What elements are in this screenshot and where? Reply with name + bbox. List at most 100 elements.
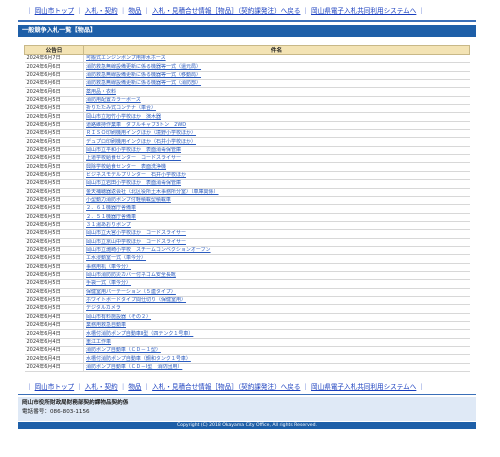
- header-date: 公告日: [24, 45, 84, 55]
- notice-date: 2024年6月5日: [24, 263, 84, 272]
- notice-date: 2024年6月5日: [24, 246, 84, 256]
- nav-link-goods[interactable]: 物品: [128, 383, 141, 391]
- table-row: 2024年6月5日 ２．６１機器庁舎備車: [24, 204, 470, 214]
- nav-separator: ｜: [143, 383, 151, 392]
- notice-subject-link[interactable]: 岡山市立平和小学校ほか 表面消毒保管庫: [83, 146, 470, 156]
- notice-subject-link[interactable]: デジタルカメラ: [83, 304, 470, 314]
- notice-subject-link[interactable]: ホワイトボードタイプ間仕切り（保健室用）: [83, 296, 470, 306]
- notice-date: 2024年6月6日: [24, 62, 84, 72]
- notice-subject-link[interactable]: 小型動力消防ポンプ付軽積載型積載車: [83, 196, 470, 206]
- notice-subject-link[interactable]: 岡山市消防防災カバー付ネゴム安全長靴: [83, 271, 470, 281]
- notice-date: 2024年6月5日: [24, 304, 84, 314]
- notice-subject-link[interactable]: 消防救急無線設備更新に係る機器等一式（還元局）: [83, 62, 470, 72]
- notice-subject-link[interactable]: 道路維持作業車 ダブルキャブ3トン 2WD: [83, 121, 470, 131]
- notice-subject-link[interactable]: 上道学校給食センター コードスライサー: [83, 154, 470, 164]
- notice-date: 2024年6月6日: [24, 79, 84, 89]
- notice-date: 2024年6月5日: [24, 279, 84, 289]
- nav-link-back-bid-info[interactable]: 入札・見積合せ情報［物品］（契約課発注）へ戻る: [152, 7, 300, 15]
- table-row: 2024年6月5日 金天補聴器返会社（北区役所土木事務所分室）（車庫関係）: [24, 188, 470, 197]
- notice-subject-link[interactable]: 消防ポンプ自動車（ＣＤ－Ⅰ型 消防団用）: [83, 363, 470, 373]
- table-row: 2024年6月5日 ＲＩＳＯ印刷機用インクほか（境野小学校ほか）: [24, 129, 470, 139]
- notice-subject-link[interactable]: 消防ポンプ自動車（ＣＤ－１型）: [83, 346, 470, 356]
- notice-date: 2024年6月5日: [24, 179, 84, 189]
- notice-subject-link[interactable]: 業務用救急自動車: [83, 321, 470, 331]
- notice-subject-link[interactable]: 薬用品・衣料: [83, 87, 470, 97]
- notice-date: 2024年6月5日: [24, 129, 84, 139]
- table-row: 2024年6月5日 デジタルカメラ: [24, 304, 470, 314]
- notice-subject-link[interactable]: 興除学校給食センター 表面洗浄機: [83, 162, 470, 172]
- nav-separator: ｜: [302, 7, 310, 15]
- table-row: 2024年6月5日 岡山市立岩田小学校ほか 表面消毒保管庫: [24, 179, 470, 189]
- notice-date: 2024年6月5日: [24, 112, 84, 122]
- notice-date: 2024年6月5日: [24, 146, 84, 156]
- notice-subject-link[interactable]: 岡山市立京山中学校ほか コードスライサー: [83, 238, 470, 247]
- nav-separator: ｜: [302, 383, 310, 392]
- notice-subject-link[interactable]: エ水浸動室一式（車今分）: [83, 254, 470, 264]
- table-row: 2024年6月5日 道路維持作業車 ダブルキャブ3トン 2WD: [24, 121, 470, 131]
- notice-date: 2024年6月5日: [24, 296, 84, 306]
- notice-subject-link[interactable]: ３１湯あおりポンプ: [83, 221, 470, 231]
- table-row: 2024年6月5日 折りたたみ式コンテナ（車合）: [24, 104, 470, 114]
- notice-subject-link[interactable]: デュプロ印刷機用インクほか（石井小学校ほか）: [83, 137, 470, 147]
- nav-link-okayama-top[interactable]: 岡山市トップ: [35, 383, 75, 391]
- notice-subject-link[interactable]: 岡山市立灘崎小学校 スチームコンベクションオーブン: [83, 246, 470, 256]
- copyright-footer: Copyright (C) 2018 Okayama City Office, …: [18, 422, 476, 430]
- nav-link-back-bid-info[interactable]: 入札・見積合せ情報［物品］（契約課発注）へ戻る: [152, 383, 300, 391]
- notice-date: 2024年6月4日: [24, 363, 84, 373]
- table-row: 2024年6月5日 手袋一式（車今分）: [24, 279, 470, 289]
- table-row: 2024年6月6日 消防救急無線設備更新に係る機器等一式（還元局）: [24, 62, 470, 72]
- notice-subject-link[interactable]: 手袋一式（車今分）: [83, 279, 470, 289]
- notice-subject-link[interactable]: 岡山市立岩田小学校ほか 表面消毒保管庫: [83, 179, 470, 189]
- notice-date: 2024年6月6日: [24, 87, 84, 97]
- nav-divider: [18, 20, 476, 22]
- page-container: ｜岡山市トップ｜入札・契約｜物品｜入札・見積合せ情報［物品］（契約課発注）へ戻る…: [18, 0, 476, 457]
- notice-subject-link[interactable]: 事務用机（車今分）: [83, 263, 470, 272]
- table-row: 2024年6月4日 業務用救急自動車: [24, 321, 470, 331]
- table-row: 2024年6月4日 消防ポンプ自動車（ＣＤ－１型）: [24, 346, 470, 356]
- table-row: 2024年6月5日 岡山市消防防災カバー付ネゴム安全長靴: [24, 271, 470, 281]
- notice-table-wrapper: 公告日 件名 2024年6月7日 可搬式エンジンポンプ用排水ホース 2024年6月6…: [24, 45, 470, 373]
- notice-subject-link[interactable]: 水槽付消防ポンプ自動車（鋼和タンク１号車）: [83, 354, 470, 364]
- nav-link-bid-contract[interactable]: 入札・契約: [85, 383, 118, 391]
- notice-subject-link[interactable]: 金天補聴器返会社（北区役所土木事務所分室）（車庫関係）: [83, 188, 470, 197]
- notice-subject-link[interactable]: 岡山市立大宮小学校ほか コードスライサー: [83, 229, 470, 239]
- nav-bracket-close: ｜: [418, 383, 425, 392]
- nav-separator: ｜: [119, 383, 127, 392]
- notice-date: 2024年6月4日: [24, 338, 84, 348]
- table-row: 2024年6月5日 エ水浸動室一式（車今分）: [24, 254, 470, 264]
- table-row: 2024年6月4日 水槽付消防ポンプ自動車Ⅱ型（四テンク１号車）: [24, 329, 470, 339]
- nav-link-e-bid-system[interactable]: 岡山県電子入札共同利用システムへ: [311, 7, 416, 15]
- notice-subject-link[interactable]: ２．６１機器庁舎備車: [83, 204, 470, 214]
- nav-link-bid-contract[interactable]: 入札・契約: [85, 7, 118, 15]
- table-row: 2024年6月5日 岡山市立灘崎小学校 スチームコンベクションオーブン: [24, 246, 470, 256]
- notice-date: 2024年6月5日: [24, 188, 84, 197]
- nav-link-e-bid-system[interactable]: 岡山県電子入札共同利用システムへ: [311, 383, 416, 391]
- notice-subject-link[interactable]: 岡山市立旭竹小学校ほか 演木器: [83, 112, 470, 122]
- notice-date: 2024年6月7日: [24, 54, 84, 64]
- notice-subject-link[interactable]: ２．５１機器庁舎備車: [83, 213, 470, 222]
- notice-subject-link[interactable]: 岡山市有料施設器（その２）: [83, 313, 470, 323]
- notice-subject-link[interactable]: 重江工作車: [83, 338, 470, 348]
- notice-subject-link[interactable]: 消防救急無線設備更新に係る機器等一式（消防部）: [83, 79, 470, 89]
- contact-box: 岡山市役所財政局財務部契約課物品契約係 電話番号：086-803-1156: [18, 397, 476, 422]
- notice-date: 2024年6月4日: [24, 321, 84, 331]
- notice-subject-link[interactable]: 消防用配置カラーボース: [83, 96, 470, 106]
- notice-subject-link[interactable]: ＲＩＳＯ印刷機用インクほか（境野小学校ほか）: [83, 129, 470, 139]
- notice-date: 2024年6月5日: [24, 204, 84, 214]
- notice-subject-link[interactable]: ビジネスモデルプリンター 石井小学校ほか: [83, 171, 470, 181]
- notice-subject-link[interactable]: 水槽付消防ポンプ自動車Ⅱ型（四テンク１号車）: [83, 329, 470, 339]
- notice-subject-link[interactable]: 消防救急無線設備更新に係る機器等一式（移動局）: [83, 71, 470, 81]
- notice-date: 2024年6月5日: [24, 104, 84, 114]
- notice-date: 2024年6月5日: [24, 137, 84, 147]
- notice-subject-link[interactable]: 保健室用パーテーション（５連タイプ）: [83, 288, 470, 297]
- table-row: 2024年6月5日 消防用配置カラーボース: [24, 96, 470, 106]
- table-row: 2024年6月4日 重江工作車: [24, 338, 470, 348]
- notice-subject-link[interactable]: 折りたたみ式コンテナ（車合）: [83, 104, 470, 114]
- nav-link-goods[interactable]: 物品: [128, 7, 141, 15]
- notice-subject-link[interactable]: 可搬式エンジンポンプ用排水ホース: [83, 54, 470, 64]
- nav-link-okayama-top[interactable]: 岡山市トップ: [35, 7, 75, 15]
- notice-date: 2024年6月5日: [24, 196, 84, 206]
- top-nav: ｜岡山市トップ｜入札・契約｜物品｜入札・見積合せ情報［物品］（契約課発注）へ戻る…: [18, 4, 476, 18]
- nav-bracket-open: ｜: [26, 383, 33, 392]
- table-row: 2024年6月5日 デュプロ印刷機用インクほか（石井小学校ほか）: [24, 137, 470, 147]
